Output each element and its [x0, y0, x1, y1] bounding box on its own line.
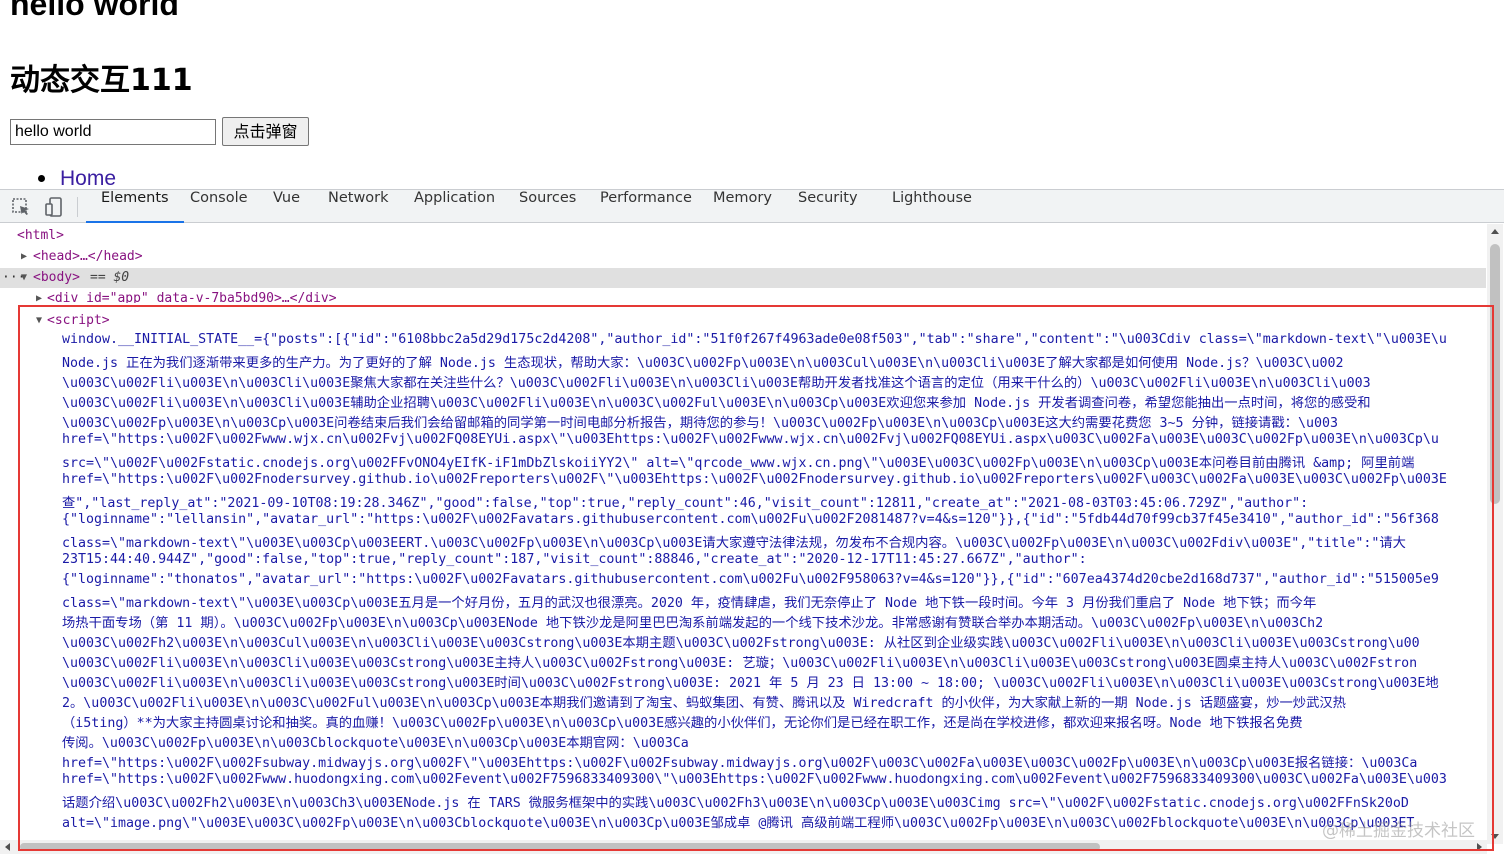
page-subheading: 动态交互111 — [10, 63, 193, 98]
watermark: @稀土掘金技术社区 — [1322, 821, 1475, 841]
tree-node-html[interactable]: <html> — [0, 226, 1486, 246]
expand-arrow-icon[interactable]: ▶ — [36, 289, 46, 303]
page-heading: hello world — [10, 0, 179, 22]
tab-performance[interactable]: Performance — [600, 190, 692, 223]
tab-memory[interactable]: Memory — [713, 190, 772, 223]
tab-console[interactable]: Console — [190, 190, 248, 223]
body-tag: <body> — [33, 270, 80, 285]
tree-node-head[interactable]: ▶ <head>…</head> — [0, 247, 1486, 267]
highlight-annotation — [18, 305, 1494, 851]
popup-button[interactable]: 点击弹窗 — [222, 117, 309, 146]
inspect-element-icon[interactable] — [10, 196, 32, 218]
expand-arrow-icon[interactable]: ▶ — [21, 247, 31, 267]
toolbar-divider — [77, 197, 78, 217]
tab-application[interactable]: Application — [414, 190, 495, 223]
tab-lighthouse[interactable]: Lighthouse — [892, 190, 972, 223]
tab-sources[interactable]: Sources — [519, 190, 576, 223]
list-bullet — [38, 175, 45, 182]
tab-elements[interactable]: Elements — [86, 190, 184, 223]
device-toolbar-icon[interactable] — [43, 196, 65, 218]
home-link[interactable]: Home — [60, 167, 116, 190]
tab-vue[interactable]: Vue — [273, 190, 300, 223]
devtools-toolbar: Elements Console Vue Network Application… — [0, 190, 1504, 223]
collapse-arrow-icon[interactable]: ▼ — [21, 268, 31, 288]
html-tag: <html> — [17, 228, 64, 243]
tab-security[interactable]: Security — [798, 190, 858, 223]
page-preview: hello world 动态交互111 点击弹窗 Home — [0, 0, 1504, 190]
text-input[interactable] — [10, 119, 216, 145]
tab-network[interactable]: Network — [328, 190, 389, 223]
div-app-tag: <div id="app" data-v-7ba5bd90>…</div> — [47, 291, 337, 303]
scroll-up-icon[interactable] — [1491, 229, 1499, 234]
tree-node-body[interactable]: ··· ▼ <body> == $0 — [0, 268, 1486, 288]
tree-node-div-app[interactable]: ▶ <div id="app" data-v-7ba5bd90>…</div> — [0, 289, 1486, 303]
scroll-left-icon[interactable] — [5, 843, 10, 851]
head-tag: <head>…</head> — [33, 249, 143, 264]
selected-node-ref: == $0 — [90, 270, 130, 285]
